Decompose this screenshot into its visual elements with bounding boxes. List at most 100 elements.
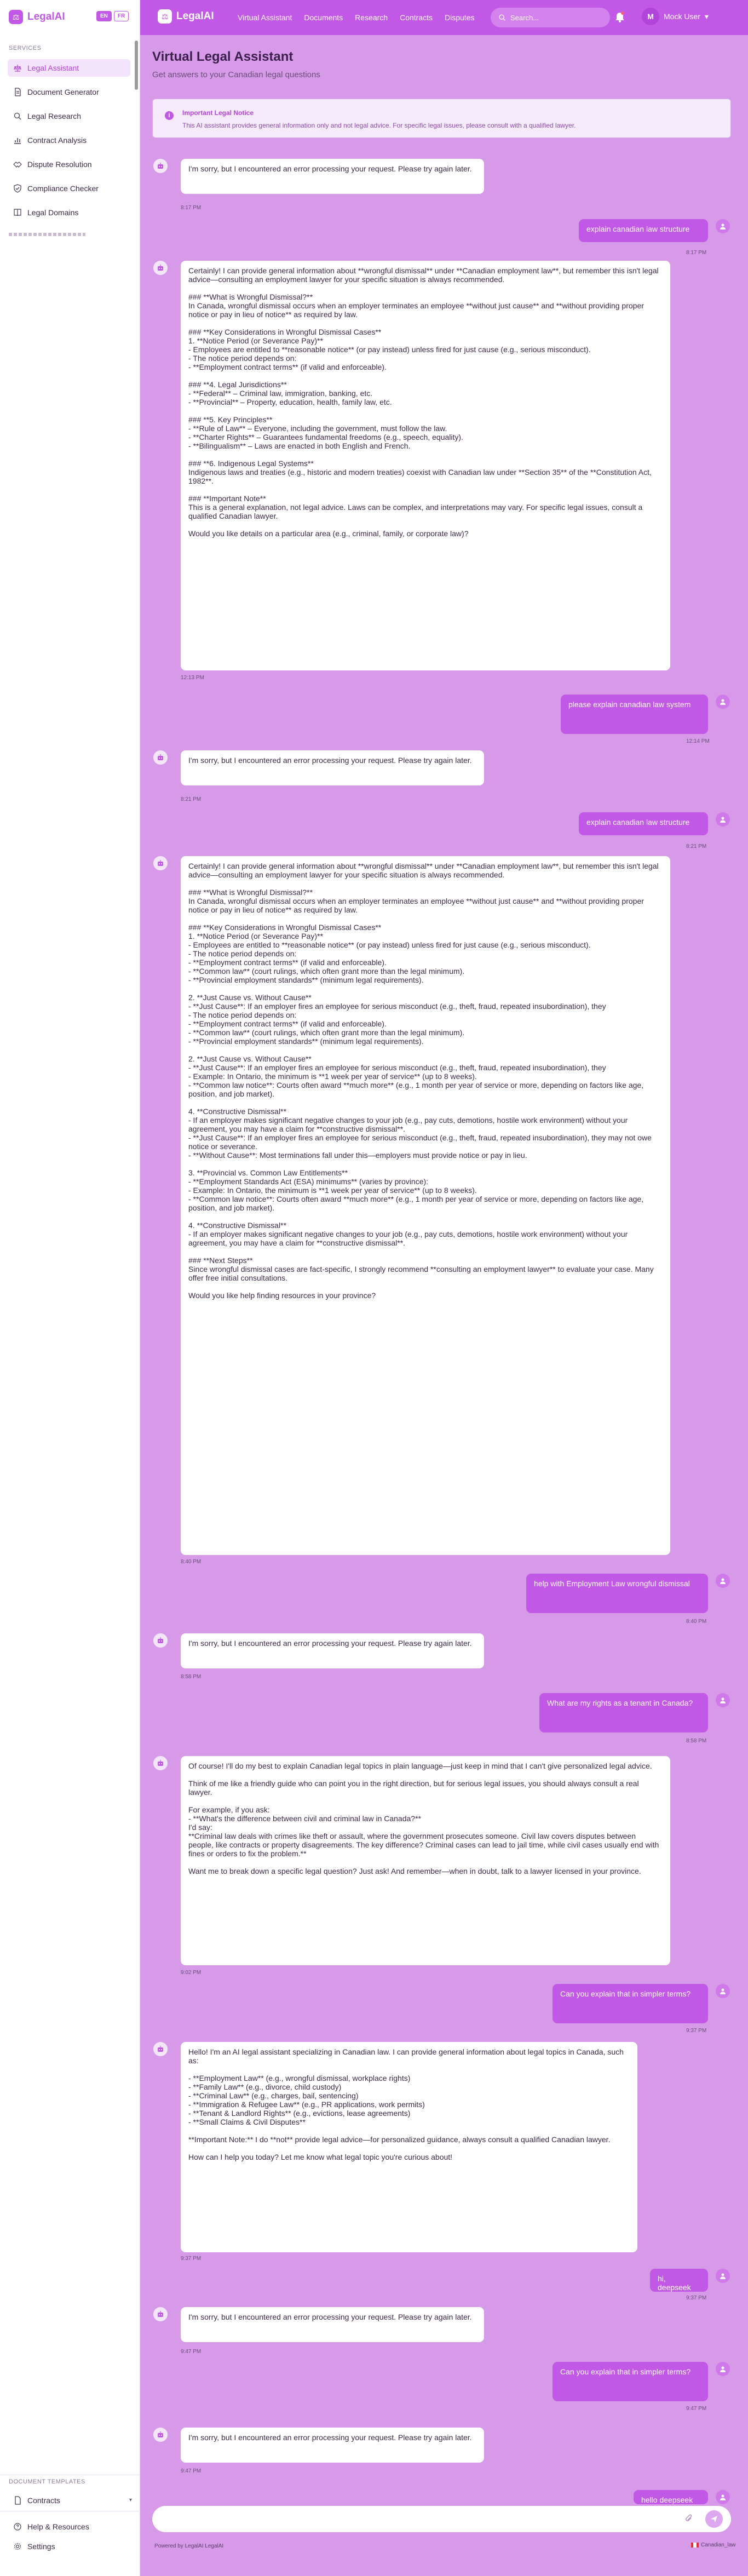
sidebar-item-document-generator[interactable]: Document Generator [8,83,130,101]
sidebar-item-label: Legal Research [27,112,82,121]
message-bubble: I'm sorry, but I encountered an error pr… [181,750,484,785]
sidebar-item-contract-analysis[interactable]: Contract Analysis [8,131,130,149]
sidebar-item-legal-research[interactable]: Legal Research [8,107,130,125]
truncated-section-heading [9,233,85,236]
legal-notice-body: This AI assistant provides general infor… [182,122,576,129]
nav-research[interactable]: Research [355,13,388,22]
search-icon [499,14,505,21]
logo-icon: ⚖ [9,10,23,24]
message-timestamp: 9:37 PM [181,2256,202,2262]
user-avatar-icon [716,219,730,233]
message-timestamp: 12:13 PM [181,675,204,681]
attach-icon[interactable] [684,2514,693,2526]
search-box[interactable]: Search... [491,8,610,27]
message-bubble: Hello! I'm an AI legal assistant special… [181,2042,637,2252]
message-timestamp: 9:47 PM [181,2349,202,2355]
sidebar-item-label: Compliance Checker [27,184,99,193]
message-input[interactable] [163,2512,678,2526]
settings-label: Settings [27,2542,55,2551]
flag-icon [691,2543,699,2548]
nav-virtual-assistant[interactable]: Virtual Assistant [238,13,292,22]
message-timestamp: 8:17 PM [181,205,202,211]
gear-icon [14,2543,21,2550]
sidebar-bottom-links: Help & Resources Settings [0,2511,140,2576]
message-bubble: Can you explain that in simpler terms? [553,2362,708,2401]
message-bubble: hello deepseek [634,2490,708,2504]
page-subtitle: Get answers to your Canadian legal quest… [152,70,320,79]
user-avatar-icon [716,1693,730,1707]
legal-notice-title: Important Legal Notice [182,109,254,117]
help-resources-link[interactable]: Help & Resources [8,2518,130,2535]
sidebar-item-compliance-checker[interactable]: Compliance Checker [8,180,130,197]
sidebar: ⚖ LegalAI EN FR SERVICES Legal Assistant… [0,0,140,2576]
assistant-avatar-icon [153,750,168,765]
user-avatar-icon [716,1984,730,1998]
message-timestamp: 9:47 PM [181,2468,202,2474]
sidebar-item-legal-assistant[interactable]: Legal Assistant [8,59,130,77]
chevron-down-icon[interactable]: ▾ [129,2497,132,2503]
settings-link[interactable]: Settings [8,2538,130,2555]
topbar-logo[interactable]: ⚖ LegalAI [158,9,214,24]
sidebar-item-label: Dispute Resolution [27,160,92,169]
sidebar-scrollbar[interactable] [135,41,138,90]
message-bubble: Certainly! I can provide general informa… [181,856,670,1555]
send-button[interactable] [705,2510,723,2528]
message-bubble: What are my rights as a tenant in Canada… [539,1693,708,1732]
message-bubble: I'm sorry, but I encountered an error pr… [181,2307,484,2342]
message-timestamp: 8:58 PM [181,1674,202,1680]
search-icon [14,112,21,120]
message-bubble: explain canadian law structure [579,812,708,835]
sidebar-item-legal-domains[interactable]: Legal Domains [8,204,130,221]
assistant-avatar-icon [153,261,168,275]
user-avatar-icon [716,2269,730,2283]
message-bubble: Certainly! I can provide general informa… [181,261,670,670]
sidebar-item-contracts[interactable]: Contracts [8,2492,130,2509]
assistant-avatar-icon [153,2428,168,2442]
info-icon: i [165,111,174,120]
document-icon [15,88,21,96]
message-bubble: explain canadian law structure [579,219,708,242]
locale-indicator: Canadian_law [691,2542,735,2548]
nav-documents[interactable]: Documents [304,13,343,22]
user-name: Mock User [664,12,700,21]
sidebar-logo[interactable]: ⚖ LegalAI [9,10,65,24]
message-timestamp: 8:40 PM [686,1619,707,1625]
lang-en-button[interactable]: EN [96,11,112,21]
assistant-avatar-icon [153,2042,168,2056]
scales-icon [13,65,22,72]
sidebar-item-label: Legal Assistant [27,64,79,72]
assistant-avatar-icon [153,2307,168,2321]
message-timestamp: 9:02 PM [181,1970,202,1976]
sidebar-item-dispute-resolution[interactable]: Dispute Resolution [8,156,130,173]
legal-notice: i Important Legal Notice This AI assista… [152,99,731,138]
assistant-avatar-icon [153,159,168,173]
message-bubble: I'm sorry, but I encountered an error pr… [181,1633,484,1668]
user-avatar-icon [716,812,730,827]
send-icon [711,2516,717,2522]
document-icon [15,2496,21,2505]
nav-disputes[interactable]: Disputes [445,13,474,22]
bell-icon[interactable] [614,11,625,26]
message-timestamp: 8:21 PM [181,796,202,802]
message-timestamp: 8:58 PM [686,1738,707,1744]
language-toggle: EN FR [96,11,129,21]
services-heading: SERVICES [9,45,42,51]
message-timestamp: 12:14 PM [686,738,710,744]
help-icon [14,2523,21,2531]
shield-check-icon [14,184,21,193]
nav-contracts[interactable]: Contracts [400,13,433,22]
user-avatar-icon [716,2362,730,2376]
chevron-down-icon: ▾ [704,12,709,21]
sidebar-item-label: Document Generator [27,88,99,96]
page-title: Virtual Legal Assistant [152,49,294,64]
lang-fr-button[interactable]: FR [113,11,129,21]
logo-icon: ⚖ [158,9,172,24]
message-timestamp: 8:17 PM [686,250,707,256]
templates-heading: DOCUMENT TEMPLATES [9,2479,85,2485]
search-placeholder: Search... [510,13,539,22]
message-bubble: Of course! I'll do my best to explain Ca… [181,1756,670,1965]
topbar-nav: Virtual Assistant Documents Research Con… [238,13,484,22]
message-bubble: I'm sorry, but I encountered an error pr… [181,2428,484,2463]
user-menu[interactable]: M Mock User ▾ [642,8,709,25]
message-bubble: hi, deepseek [650,2269,708,2292]
